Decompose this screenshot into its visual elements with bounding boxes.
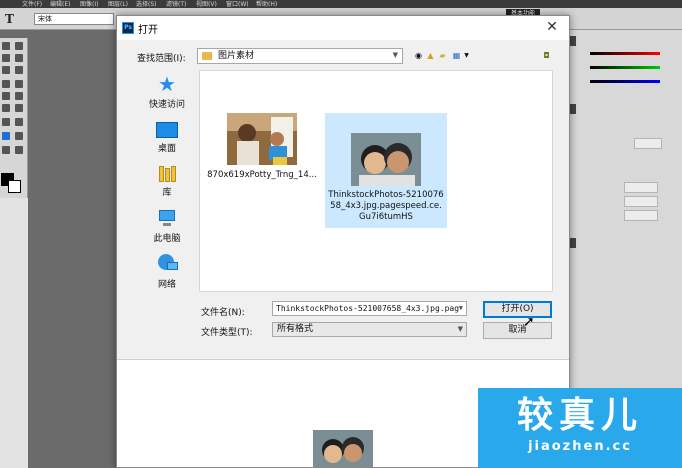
canvas-image xyxy=(313,430,373,467)
layers-panel-tab[interactable] xyxy=(570,238,576,248)
hand-tool-icon[interactable] xyxy=(2,146,10,154)
ps-left-pane xyxy=(0,198,28,468)
healing-tool-icon[interactable] xyxy=(2,80,10,88)
dialog-titlebar: Ps 打开 ✕ xyxy=(117,16,569,40)
open-button[interactable]: 打开(O) xyxy=(483,301,552,318)
green-slider[interactable] xyxy=(590,66,660,69)
gradient-tool-icon[interactable] xyxy=(15,104,23,112)
watermark-title: 较真儿 xyxy=(516,395,643,436)
marquee-tool-icon[interactable] xyxy=(2,42,10,50)
watermark-logo: 较真儿 jiaozhen.cc xyxy=(478,388,682,468)
back-icon[interactable]: ◉ xyxy=(413,50,424,61)
file-thumbnail xyxy=(227,113,297,165)
filename-input[interactable]: ThinkstockPhotos-521007658_4x3.jpg.pag ▼ xyxy=(272,301,467,316)
chevron-down-icon[interactable]: ▼ xyxy=(459,302,463,315)
panel-button[interactable] xyxy=(624,196,658,207)
look-in-dropdown[interactable]: 图片素材 ▼ xyxy=(197,48,403,64)
place-label: 库 xyxy=(162,188,172,198)
move-tool-icon[interactable] xyxy=(15,42,23,50)
places-bar: ★ 快速访问 桌面 库 此电脑 网络 xyxy=(137,72,197,292)
stamp-tool-icon[interactable] xyxy=(2,92,10,100)
panel-field[interactable] xyxy=(634,138,662,149)
place-label: 桌面 xyxy=(157,144,176,154)
text-tool-icon[interactable] xyxy=(2,132,10,140)
red-slider[interactable] xyxy=(590,52,660,55)
place-label: 此电脑 xyxy=(153,234,181,244)
folder-icon xyxy=(202,52,212,60)
panel-button[interactable] xyxy=(624,210,658,221)
path-select-tool-icon[interactable] xyxy=(15,132,23,140)
ps-toolbox xyxy=(0,38,28,198)
place-label: 网络 xyxy=(157,280,176,290)
ps-menu-view[interactable]: 视图(V) xyxy=(196,0,217,8)
ps-menubar: 文件(F) 编辑(E) 图像(I) 图层(L) 选择(S) 滤镜(T) 视图(V… xyxy=(0,0,682,8)
ps-menu-layer[interactable]: 图层(L) xyxy=(108,0,128,8)
look-in-value: 图片素材 xyxy=(218,51,255,61)
place-library[interactable]: 库 xyxy=(137,164,197,198)
place-network[interactable]: 网络 xyxy=(137,254,197,290)
place-this-pc[interactable]: 此电脑 xyxy=(137,210,197,244)
close-button[interactable]: ✕ xyxy=(543,18,561,36)
background-color-swatch[interactable] xyxy=(8,180,21,193)
folder-link-icon[interactable]: ◘ xyxy=(541,50,552,61)
photoshop-logo-icon: Ps xyxy=(122,22,134,34)
ps-menu-select[interactable]: 选择(S) xyxy=(136,0,157,8)
mouse-cursor-icon: ➚ xyxy=(523,314,535,330)
font-family-field[interactable]: 宋体 xyxy=(34,13,114,25)
file-item-selected[interactable]: ThinkstockPhotos-521007658_4x3.jpg.pages… xyxy=(325,113,447,228)
filename-value: ThinkstockPhotos-521007658_4x3.jpg.pag xyxy=(276,304,460,313)
new-folder-icon[interactable]: ▰ xyxy=(437,50,448,61)
file-item[interactable]: 870x619xPotty_Trng_14... xyxy=(202,113,322,193)
ps-menu-help[interactable]: 帮助(H) xyxy=(256,0,277,8)
filetype-dropdown[interactable]: 所有格式 ▼ xyxy=(272,322,467,337)
blue-slider[interactable] xyxy=(590,80,660,83)
chevron-down-icon: ▼ xyxy=(392,51,398,59)
chevron-down-icon: ▼ xyxy=(457,325,463,333)
file-name: 870x619xPotty_Trng_14... xyxy=(207,170,317,180)
network-icon xyxy=(156,254,178,274)
cancel-button[interactable]: 取消 xyxy=(483,322,552,339)
dodge-tool-icon[interactable] xyxy=(2,118,10,126)
ps-menu-file[interactable]: 文件(F) xyxy=(22,0,42,8)
crop-tool-icon[interactable] xyxy=(2,66,10,74)
lasso-tool-icon[interactable] xyxy=(2,54,10,62)
star-icon: ★ xyxy=(158,72,176,96)
eyedropper-tool-icon[interactable] xyxy=(15,66,23,74)
up-folder-icon[interactable]: ▲ xyxy=(425,50,436,61)
dialog-title: 打开 xyxy=(138,25,158,36)
look-in-label: 查找范围(I): xyxy=(137,54,186,64)
file-list: 870x619xPotty_Trng_14... ThinkstockPhoto… xyxy=(199,70,553,292)
magic-wand-tool-icon[interactable] xyxy=(15,54,23,62)
panel-button[interactable] xyxy=(624,182,658,193)
place-label: 快速访问 xyxy=(148,100,185,110)
history-brush-tool-icon[interactable] xyxy=(15,92,23,100)
zoom-tool-icon[interactable] xyxy=(15,146,23,154)
pen-tool-icon[interactable] xyxy=(15,118,23,126)
watermark-url: jiaozhen.cc xyxy=(528,439,632,454)
brush-tool-icon[interactable] xyxy=(15,80,23,88)
library-icon xyxy=(158,164,176,182)
computer-icon xyxy=(158,210,176,228)
filename-label: 文件名(N): xyxy=(201,308,245,318)
eraser-tool-icon[interactable] xyxy=(2,104,10,112)
filetype-label: 文件类型(T): xyxy=(201,328,253,338)
type-tool-icon[interactable]: T xyxy=(5,12,14,26)
style-panel-tab[interactable] xyxy=(570,104,576,114)
ps-menu-filter[interactable]: 滤镜(T) xyxy=(166,0,186,8)
color-panel-tab[interactable] xyxy=(570,36,576,46)
ps-menu-window[interactable]: 窗口(W) xyxy=(226,0,249,8)
place-quick-access[interactable]: ★ 快速访问 xyxy=(137,74,197,110)
view-menu-chevron-icon[interactable]: ▼ xyxy=(461,50,472,61)
file-name: ThinkstockPhotos-521007658_4x3.jpg.pages… xyxy=(328,190,444,222)
place-desktop[interactable]: 桌面 xyxy=(137,122,197,154)
ps-menu-image[interactable]: 图像(I) xyxy=(80,0,98,8)
desktop-icon xyxy=(156,122,178,138)
file-thumbnail xyxy=(351,133,421,186)
filetype-value: 所有格式 xyxy=(277,324,314,334)
ps-menu-edit[interactable]: 编辑(E) xyxy=(50,0,70,8)
